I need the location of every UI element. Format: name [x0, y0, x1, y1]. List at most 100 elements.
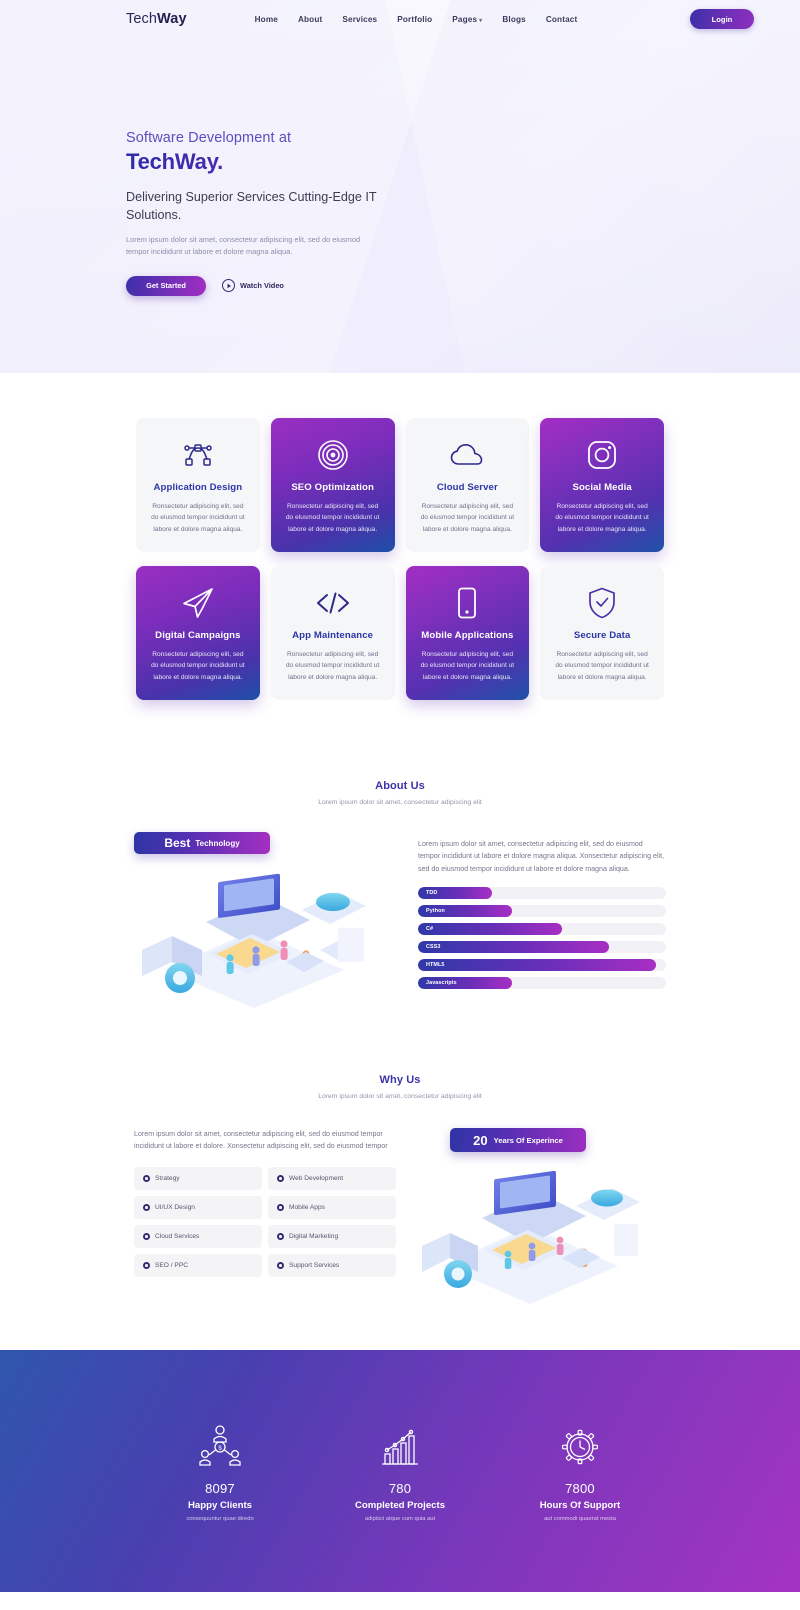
about-illustration-column: Best Technology	[134, 832, 396, 1008]
service-card-title: Digital Campaigns	[155, 630, 241, 641]
nav-link-label: Portfolio	[397, 14, 433, 24]
stat-happy-clients: $ 8097 Happy Clients consequuntur quae d…	[130, 1421, 310, 1522]
instagram-icon	[552, 438, 652, 472]
why-item-support-services[interactable]: Support Services	[268, 1253, 396, 1277]
bullet-icon	[143, 1174, 150, 1182]
service-card-title: Mobile Applications	[421, 630, 514, 641]
nav-links: Home About Services Portfolio Pages ▾ Blo…	[255, 15, 578, 24]
site-logo[interactable]: TechWay	[126, 11, 187, 27]
login-button[interactable]: Login	[690, 9, 754, 29]
bullet-icon	[277, 1232, 284, 1240]
service-card-digital-campaigns[interactable]: Digital Campaigns Ronsectetur adipiscing…	[136, 566, 260, 700]
nav-link-home[interactable]: Home	[255, 15, 278, 24]
skill-bar-csharp: C#	[418, 923, 666, 936]
bullet-icon	[277, 1261, 284, 1269]
why-item-label: Mobile Apps	[289, 1203, 325, 1211]
why-item-label: Digital Marketing	[289, 1232, 339, 1240]
watch-video-label: Watch Video	[240, 281, 284, 291]
nav-link-pages[interactable]: Pages ▾	[452, 15, 482, 24]
skill-fill: CSS3	[418, 941, 609, 954]
why-item-strategy[interactable]: Strategy	[134, 1166, 262, 1190]
service-card-title: Social Media	[572, 482, 632, 493]
logo-text-light: Tech	[126, 11, 158, 27]
nav-link-label: Pages	[452, 14, 478, 24]
skill-bar-python: Python	[418, 905, 666, 918]
nav-link-about[interactable]: About	[298, 15, 322, 24]
skill-bar-javascripts: Javascripts	[418, 977, 666, 990]
nav-link-portfolio[interactable]: Portfolio	[397, 15, 432, 24]
why-illustration	[418, 1156, 666, 1306]
why-item-label: Strategy	[155, 1174, 180, 1182]
stat-number: 780	[388, 1480, 412, 1496]
why-item-label: UI/UX Design	[155, 1203, 195, 1211]
skill-label: TDD	[426, 890, 438, 897]
stat-note: aut commodi quaerat mesta	[544, 1515, 616, 1522]
why-heading: Why Us Lorem ipsum dolor sit amet, conse…	[0, 1074, 800, 1100]
hero-content: Software Development at TechWay. Deliver…	[0, 38, 430, 296]
about-illustration	[134, 858, 396, 1008]
skill-label: C#	[426, 926, 434, 933]
badge-strong-text: Best	[164, 836, 191, 850]
service-card-text: Ronsectetur adipiscing elit, sed do elus…	[420, 651, 515, 681]
why-item-label: Web Development	[289, 1174, 344, 1182]
best-technology-badge: Best Technology	[134, 832, 270, 854]
bullet-icon	[143, 1203, 150, 1211]
bar-chart-growth-icon	[310, 1421, 490, 1473]
why-item-seo-ppc[interactable]: SEO / PPC	[134, 1253, 262, 1277]
skill-label: CSS3	[426, 944, 441, 951]
stat-completed-projects: 780 Completed Projects adipisci atque cu…	[310, 1421, 490, 1522]
services-section: Application Design Ronsectetur adipiscin…	[0, 373, 800, 700]
service-card-social-media[interactable]: Social Media Ronsectetur adipiscing elit…	[540, 418, 664, 552]
stat-hours-of-support: 7800 Hours Of Support aut commodi quaera…	[490, 1421, 670, 1522]
years-number: 20	[473, 1132, 488, 1148]
stat-number: 7800	[565, 1480, 595, 1496]
skill-bars: TDD Python C# CSS3 HTML5 Javascripts	[418, 887, 666, 990]
nodes-icon	[148, 438, 248, 472]
bullet-icon	[143, 1232, 150, 1240]
service-card-app-maintenance[interactable]: App Maintenance Ronsectetur adipiscing e…	[270, 566, 395, 700]
about-heading: About Us Lorem ipsum dolor sit amet, con…	[0, 780, 800, 806]
why-item-uiux-design[interactable]: UI/UX Design	[134, 1195, 262, 1219]
hero-title: TechWay.	[126, 149, 430, 175]
why-title: Why Us	[379, 1074, 421, 1086]
get-started-button[interactable]: Get Started	[126, 275, 206, 296]
code-icon	[283, 586, 383, 620]
nav-link-contact[interactable]: Contact	[546, 15, 578, 24]
why-paragraph: Lorem ipsum dolor sit amet, consectetur …	[134, 1130, 388, 1151]
why-item-mobile-apps[interactable]: Mobile Apps	[268, 1195, 396, 1219]
service-card-mobile-applications[interactable]: Mobile Applications Ronsectetur adipisci…	[405, 566, 530, 700]
service-card-text: Ronsectetur adipiscing elit, sed do elus…	[151, 503, 245, 533]
why-item-digital-marketing[interactable]: Digital Marketing	[268, 1224, 396, 1248]
about-subtitle: Lorem ipsum dolor sit amet, consectetur …	[318, 799, 482, 806]
service-card-secure-data[interactable]: Secure Data Ronsectetur adipiscing elit,…	[540, 566, 664, 700]
service-card-text: Ronsectetur adipiscing elit, sed do elus…	[285, 651, 380, 681]
stat-note: consequuntur quae diredo	[186, 1515, 254, 1522]
skill-bar-html5: HTML5	[418, 959, 666, 972]
chevron-down-icon: ▾	[479, 17, 483, 24]
stat-note: adipisci atque cum quia aut	[364, 1515, 436, 1522]
skill-fill: Javascripts	[418, 977, 513, 990]
nav-link-label: Contact	[545, 14, 578, 24]
about-content: Best Technology Lorem ipsum dolor sit am…	[134, 832, 666, 1008]
why-item-cloud-services[interactable]: Cloud Services	[134, 1224, 262, 1248]
service-card-cloud-server[interactable]: Cloud Server Ronsectetur adipiscing elit…	[405, 418, 530, 552]
service-card-title: App Maintenance	[292, 630, 374, 641]
bullet-icon	[143, 1261, 150, 1269]
main-navbar: TechWay Home About Services Portfolio Pa…	[0, 0, 800, 38]
nav-link-blogs[interactable]: Blogs	[502, 15, 526, 24]
stat-number: 8097	[205, 1480, 235, 1496]
badge-light-text: Technology	[195, 838, 240, 848]
why-item-label: Cloud Services	[155, 1232, 200, 1240]
service-card-seo-optimization[interactable]: SEO Optimization Ronsectetur adipiscing …	[270, 418, 395, 552]
about-text-column: Lorem ipsum dolor sit amet, consectetur …	[418, 832, 666, 995]
target-icon	[283, 438, 383, 472]
why-item-web-development[interactable]: Web Development	[268, 1166, 396, 1190]
why-item-label: SEO / PPC	[155, 1261, 188, 1269]
service-card-application-design[interactable]: Application Design Ronsectetur adipiscin…	[136, 418, 260, 552]
about-paragraph: Lorem ipsum dolor sit amet, consectetur …	[418, 840, 665, 873]
service-card-title: SEO Optimization	[291, 482, 374, 493]
years-experience-badge: 20 Years Of Experince	[450, 1128, 586, 1152]
nav-link-services[interactable]: Services	[342, 15, 377, 24]
watch-video-button[interactable]: Watch Video	[222, 279, 284, 293]
hero-actions: Get Started Watch Video	[126, 275, 430, 296]
